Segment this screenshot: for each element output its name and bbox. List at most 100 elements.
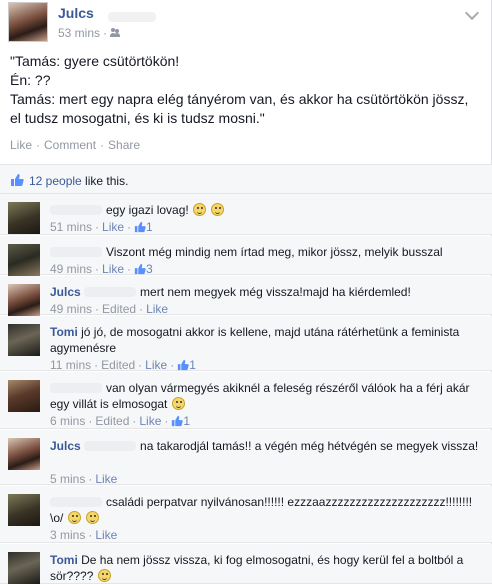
commenter-avatar[interactable] bbox=[8, 438, 40, 470]
thumbs-up-icon bbox=[134, 263, 146, 275]
comment-like-count[interactable]: 1 bbox=[189, 358, 196, 372]
comment-row: Julcs na takarodjál tamás!! a végén még … bbox=[0, 430, 492, 486]
redacted-name bbox=[50, 383, 102, 393]
comment-row: egy igazi lovag! 51 mins · Like · 1 bbox=[0, 194, 492, 235]
commenter-name[interactable]: Julcs bbox=[50, 285, 81, 299]
smile-emoticon-icon bbox=[67, 511, 81, 524]
comment-body: családi perpatvar nyilvánosan!!!!!! ezzz… bbox=[50, 495, 473, 525]
post-body: "Tamás: gyere csütörtökön! Én: ?? Tamás:… bbox=[10, 52, 480, 128]
comment-meta: 11 mins · Edited · Like · 1 bbox=[50, 358, 196, 372]
comment-body: De ha nem jössz vissza, ki fog elmosogat… bbox=[50, 553, 464, 583]
thumbs-up-icon bbox=[172, 415, 184, 427]
post-body-line: "Tamás: gyere csütörtökön! bbox=[10, 53, 180, 69]
comment-timestamp[interactable]: 6 mins bbox=[50, 414, 85, 428]
comment-row: Julcs mert nem megyek még vissza!majd ha… bbox=[0, 276, 492, 316]
thumbs-up-icon bbox=[11, 174, 24, 186]
comment-row: van olyan vármegyés akiknél a feleség ré… bbox=[0, 372, 492, 429]
thumbs-up-icon bbox=[178, 359, 189, 371]
edited-label[interactable]: Edited bbox=[101, 358, 135, 372]
comment-timestamp[interactable]: 3 mins bbox=[50, 528, 85, 542]
comment-body: van olyan vármegyés akiknél a feleség ré… bbox=[50, 381, 470, 411]
comment-row: Viszont még mindig nem írtad meg, mikor … bbox=[0, 236, 492, 276]
comment-timestamp[interactable]: 5 mins bbox=[50, 472, 85, 486]
comment-meta: 49 mins · Edited · Like bbox=[50, 302, 169, 316]
smile-emoticon-icon bbox=[97, 569, 111, 582]
comment-like-button[interactable]: Like bbox=[102, 220, 124, 234]
likes-summary: 12 people like this. bbox=[0, 164, 492, 194]
post-actions: Like · Comment · Share bbox=[10, 138, 141, 152]
comment-text: Tomi De ha nem jössz vissza, ki fog elmo… bbox=[50, 552, 480, 584]
post-body-line: Tamás: mert egy napra elég tányérom van,… bbox=[10, 91, 469, 107]
post-body-line: Én: ?? bbox=[10, 72, 51, 88]
edited-label[interactable]: Edited bbox=[102, 302, 136, 316]
comment-row: Tomi De ha nem jössz vissza, ki fog elmo… bbox=[0, 544, 492, 584]
commenter-avatar[interactable] bbox=[8, 494, 40, 526]
thumbs-up-icon bbox=[134, 221, 146, 233]
comment-like-count[interactable]: 1 bbox=[146, 220, 153, 234]
comment-text: családi perpatvar nyilvánosan!!!!!! ezzz… bbox=[50, 494, 480, 526]
commenter-avatar[interactable] bbox=[8, 244, 40, 276]
comment-body: mert nem megyek még vissza!majd ha kiérd… bbox=[140, 285, 411, 299]
comment-meta: 49 mins · Like · 3 bbox=[50, 262, 153, 276]
comment-text: Tomi jó jó, de mosogatni akkor is kellen… bbox=[50, 324, 480, 356]
redacted-name bbox=[50, 247, 102, 257]
smile-emoticon-icon bbox=[211, 203, 225, 216]
comment-row: Tomi jó jó, de mosogatni akkor is kellen… bbox=[0, 316, 492, 372]
smile-emoticon-icon bbox=[193, 203, 207, 216]
share-button[interactable]: Share bbox=[108, 138, 140, 152]
comment-like-count[interactable]: 3 bbox=[146, 262, 153, 276]
comment-timestamp[interactable]: 11 mins bbox=[50, 358, 91, 372]
commenter-name[interactable]: Tomi bbox=[50, 553, 78, 567]
author-avatar[interactable] bbox=[8, 2, 48, 42]
commenter-avatar[interactable] bbox=[8, 552, 40, 584]
comment-row: családi perpatvar nyilvánosan!!!!!! ezzz… bbox=[0, 486, 492, 543]
comment-like-button[interactable]: Like bbox=[139, 414, 161, 428]
smile-emoticon-icon bbox=[171, 397, 185, 410]
comment-text: van olyan vármegyés akiknél a feleség ré… bbox=[50, 380, 480, 412]
redacted-name bbox=[50, 497, 102, 507]
comment-body: jó jó, de mosogatni akkor is kellene, ma… bbox=[50, 325, 460, 355]
comment-text: Julcs mert nem megyek még vissza!majd ha… bbox=[50, 284, 480, 300]
comment-text: Viszont még mindig nem írtad meg, mikor … bbox=[50, 244, 480, 260]
post-timestamp[interactable]: 53 mins bbox=[58, 26, 100, 40]
commenter-avatar[interactable] bbox=[8, 284, 40, 316]
comment-text: egy igazi lovag! bbox=[50, 202, 480, 218]
comment-body: na takarodjál tamás!! a végén még hétvég… bbox=[140, 439, 479, 453]
commenter-name[interactable]: Tomi bbox=[50, 325, 78, 339]
post-author-name[interactable]: Julcs bbox=[58, 5, 94, 21]
post-meta: 53 mins · bbox=[58, 26, 120, 40]
comment-like-button[interactable]: Like bbox=[95, 528, 117, 542]
comment-meta: 3 mins · Like bbox=[50, 528, 118, 542]
commenter-avatar[interactable] bbox=[8, 324, 40, 356]
post-body-line: el tudsz mosogatni, és ki is tudsz mosni… bbox=[10, 110, 265, 126]
likers-link[interactable]: 12 people bbox=[29, 174, 82, 188]
comment-like-button[interactable]: Like bbox=[145, 358, 167, 372]
comment-timestamp[interactable]: 51 mins bbox=[50, 220, 92, 234]
friends-audience-icon[interactable] bbox=[110, 28, 120, 38]
comment-body: egy igazi lovag! bbox=[106, 203, 189, 217]
like-button[interactable]: Like bbox=[10, 138, 32, 152]
commenter-avatar[interactable] bbox=[8, 380, 40, 412]
comment-like-button[interactable]: Like bbox=[102, 262, 124, 276]
comment-meta: 6 mins · Edited · Like · 1 bbox=[50, 414, 191, 428]
comment-meta: 51 mins · Like · 1 bbox=[50, 220, 153, 234]
comment-text: Julcs na takarodjál tamás!! a végén még … bbox=[50, 438, 480, 454]
redacted-name bbox=[108, 12, 156, 22]
redacted-name bbox=[84, 441, 137, 451]
edited-label[interactable]: Edited bbox=[95, 414, 129, 428]
smile-emoticon-icon bbox=[86, 511, 100, 524]
comment-body: Viszont még mindig nem írtad meg, mikor … bbox=[106, 245, 443, 259]
redacted-name bbox=[50, 205, 102, 215]
comment-button[interactable]: Comment bbox=[44, 138, 96, 152]
comment-timestamp[interactable]: 49 mins bbox=[50, 302, 92, 316]
comment-like-button[interactable]: Like bbox=[95, 472, 117, 486]
post-options-chevron-icon[interactable] bbox=[464, 5, 480, 21]
comment-meta: 5 mins · Like bbox=[50, 472, 118, 486]
commenter-avatar[interactable] bbox=[8, 202, 40, 234]
post-card: Julcs 53 mins · "Tamás: gyere csütörtökön… bbox=[0, 0, 492, 584]
comment-like-button[interactable]: Like bbox=[146, 302, 168, 316]
comment-timestamp[interactable]: 49 mins bbox=[50, 262, 92, 276]
redacted-name bbox=[84, 287, 137, 297]
commenter-name[interactable]: Julcs bbox=[50, 439, 81, 453]
comment-like-count[interactable]: 1 bbox=[183, 414, 190, 428]
